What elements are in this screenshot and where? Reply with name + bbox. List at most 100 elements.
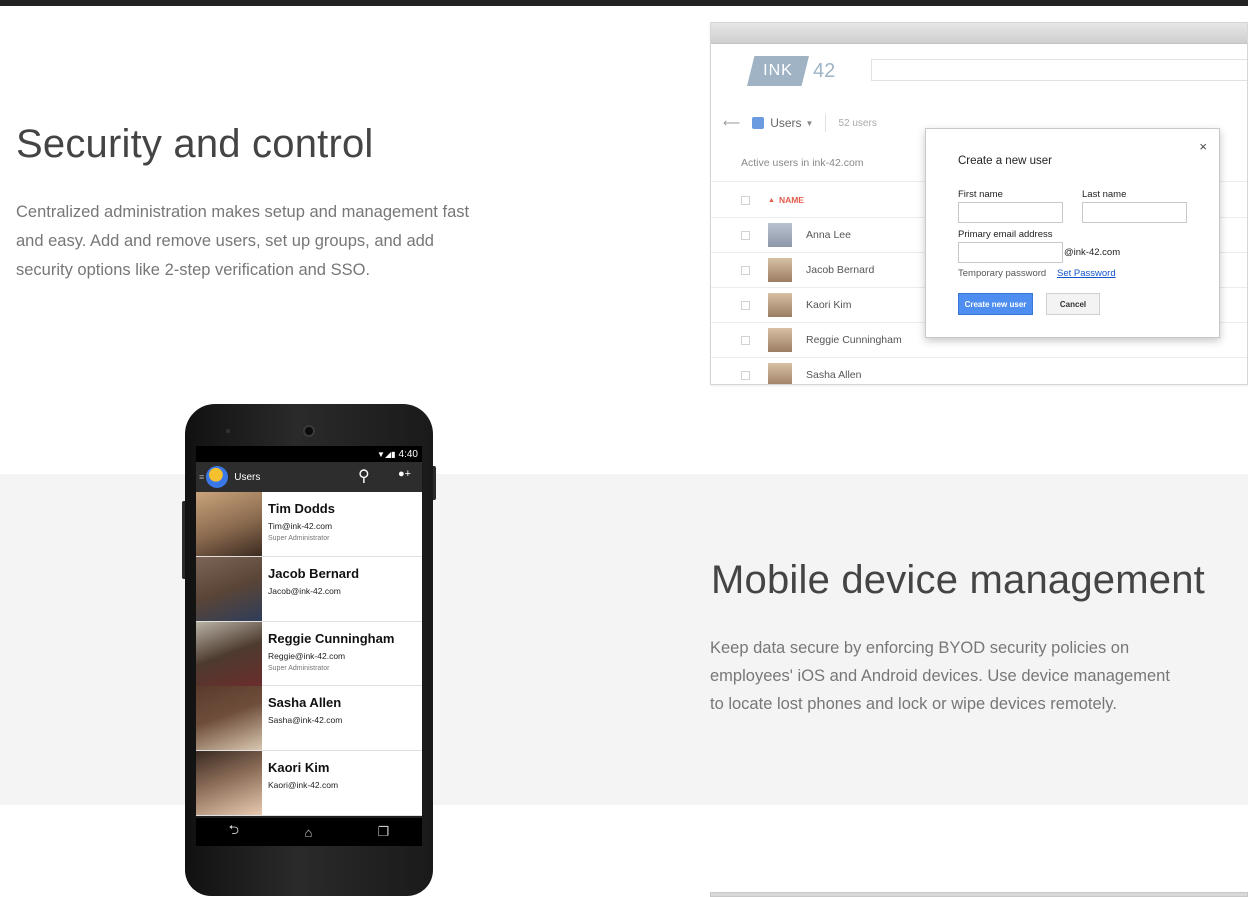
breadcrumb: ⟵ Users ▼ 52 users	[723, 113, 877, 133]
android-phone: ▼◢▮ 4:40 ≡ Users ⚲ ●+ Tim Dodds Tim@ink-…	[182, 404, 436, 896]
avatar	[768, 223, 792, 247]
ink42-logo[interactable]: INK 42	[747, 56, 835, 86]
contact-email: Tim@ink-42.com	[268, 521, 333, 531]
contact-email: Sasha@ink-42.com	[268, 715, 343, 726]
table-row[interactable]: Jacob Bernard	[741, 257, 874, 283]
signal-icon: ▼◢▮	[377, 449, 396, 459]
power-button	[433, 466, 436, 500]
contact-email: Jacob@ink-42.com	[268, 585, 341, 596]
email-domain-suffix: @ink-42.com	[1064, 247, 1121, 258]
proximity-sensor	[226, 429, 230, 433]
security-heading: Security and control	[16, 122, 374, 166]
home-icon[interactable]: ⌂	[304, 825, 312, 840]
mobile-heading: Mobile device management	[711, 558, 1205, 602]
logo-number: 42	[813, 59, 836, 82]
contact-name: Kaori Kim	[268, 760, 330, 776]
create-user-dialog: × Create a new user First name Last name…	[925, 128, 1220, 338]
mobile-line-2: employees' iOS and Android devices. Use …	[710, 667, 1170, 685]
contact-email: Kaori@ink-42.com	[268, 780, 339, 791]
logo-ink-badge: INK	[747, 56, 809, 86]
avatar	[196, 492, 262, 556]
app-title: Users	[234, 471, 261, 483]
contact-name: Sasha Allen	[268, 695, 342, 711]
mobile-line-3: to locate lost phones and lock or wipe d…	[710, 695, 1117, 713]
temp-password-label: Temporary password	[958, 268, 1047, 279]
cancel-button[interactable]: Cancel	[1046, 293, 1100, 315]
mobile-line-1: Keep data secure by enforcing BYOD secur…	[710, 639, 1130, 657]
table-row[interactable]: Kaori Kim	[741, 292, 852, 318]
recents-icon[interactable]: ❐	[378, 824, 390, 840]
name-column-header[interactable]: ▲ NAME	[741, 195, 804, 205]
table-row[interactable]: Anna Lee	[741, 222, 851, 248]
next-screenshot-edge	[710, 892, 1248, 897]
menu-icon[interactable]: ≡	[199, 472, 204, 482]
top-rule	[0, 0, 1248, 6]
divider	[711, 357, 1247, 358]
contact-role: Super Administrator	[268, 535, 330, 542]
back-arrow-icon[interactable]: ⟵	[723, 116, 740, 130]
active-users-label: Active users in ink-42.com	[741, 157, 864, 169]
table-row[interactable]: Reggie Cunningham	[741, 327, 902, 353]
last-name-field[interactable]	[1082, 202, 1187, 223]
back-icon[interactable]: ⮌	[229, 821, 239, 843]
first-name-field[interactable]	[958, 202, 1063, 223]
avatar	[196, 556, 262, 621]
sort-up-icon: ▲	[768, 196, 775, 204]
row-checkbox[interactable]	[741, 370, 750, 380]
list-item[interactable]: Jacob Bernard Jacob@ink-42.com	[196, 556, 422, 622]
avatar	[196, 621, 262, 686]
contact-name: Tim Dodds	[268, 501, 335, 516]
user-name: Anna Lee	[806, 229, 851, 241]
add-user-icon[interactable]: ●+	[398, 468, 411, 480]
row-checkbox[interactable]	[741, 300, 750, 310]
phone-screen: ▼◢▮ 4:40 ≡ Users ⚲ ●+ Tim Dodds Tim@ink-…	[196, 446, 422, 846]
browser-titlebar	[711, 23, 1247, 44]
console-search-input[interactable]	[871, 59, 1247, 81]
user-name: Reggie Cunningham	[806, 334, 902, 346]
name-column-label: NAME	[778, 195, 804, 205]
admin-app-icon	[206, 466, 229, 488]
contact-name: Reggie Cunningham	[268, 630, 395, 646]
first-name-label: First name	[958, 189, 1003, 200]
create-user-button[interactable]: Create new user	[958, 293, 1033, 315]
list-item[interactable]: Reggie Cunningham Reggie@ink-42.com Supe…	[196, 621, 422, 687]
avatar	[768, 328, 792, 352]
volume-button	[182, 501, 185, 579]
chevron-down-icon[interactable]: ▼	[806, 119, 814, 128]
security-line-3: security options like 2-step verificatio…	[16, 261, 371, 279]
row-checkbox[interactable]	[741, 230, 750, 240]
last-name-label: Last name	[1082, 189, 1127, 200]
row-checkbox[interactable]	[741, 265, 750, 275]
dialog-title: Create a new user	[958, 155, 1052, 167]
security-line-1: Centralized administration makes setup a…	[16, 203, 470, 221]
contact-role: Super Administrator	[268, 664, 330, 672]
list-item[interactable]: Kaori Kim Kaori@ink-42.com	[196, 751, 422, 816]
set-password-link[interactable]: Set Password	[1057, 268, 1116, 279]
app-action-bar: ≡ Users ⚲ ●+	[196, 462, 422, 492]
list-item[interactable]: Sasha Allen Sasha@ink-42.com	[196, 686, 422, 752]
user-name: Jacob Bernard	[806, 264, 875, 276]
android-nav-bar: ⮌ ⌂ ❐	[196, 818, 422, 846]
avatar	[196, 686, 262, 751]
table-row[interactable]: Sasha Allen	[741, 362, 861, 384]
status-time: 4:40	[398, 448, 418, 460]
email-field[interactable]	[958, 242, 1063, 263]
divider	[825, 114, 827, 132]
search-icon[interactable]: ⚲	[358, 466, 370, 486]
avatar	[768, 293, 792, 317]
front-camera	[303, 425, 315, 437]
users-icon	[752, 117, 765, 129]
row-checkbox[interactable]	[741, 335, 750, 345]
users-dropdown[interactable]: Users	[770, 116, 801, 130]
avatar	[768, 258, 792, 282]
admin-console-screenshot: INK 42 ⟵ Users ▼ 52 users Active users i…	[710, 22, 1248, 385]
security-line-2: and easy. Add and remove users, set up g…	[16, 232, 434, 250]
contact-name: Jacob Bernard	[268, 565, 360, 581]
select-all-checkbox[interactable]	[741, 195, 750, 205]
close-icon[interactable]: ×	[1199, 139, 1207, 154]
avatar	[196, 751, 262, 816]
list-item[interactable]: Tim Dodds Tim@ink-42.com Super Administr…	[196, 492, 422, 557]
status-bar: ▼◢▮ 4:40	[196, 446, 422, 462]
contact-email: Reggie@ink-42.com	[268, 650, 346, 661]
avatar	[768, 363, 792, 384]
